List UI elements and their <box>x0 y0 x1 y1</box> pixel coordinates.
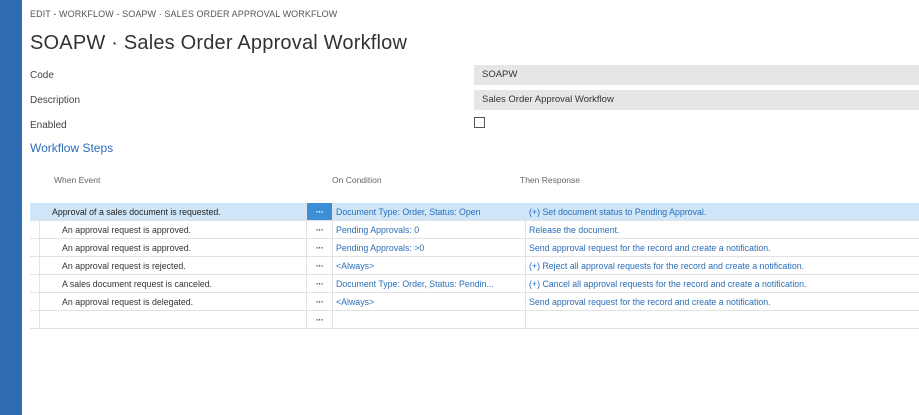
when-event-cell[interactable]: An approval request is rejected. <box>39 256 307 275</box>
workflow-steps-title[interactable]: Workflow Steps <box>30 141 113 155</box>
workflow-step-row[interactable]: An approval request is approved. ··· Pendi… <box>30 238 919 257</box>
on-condition-link[interactable]: Pending Approvals: 0 <box>332 220 526 239</box>
on-condition-link[interactable] <box>332 310 526 329</box>
then-response-link[interactable]: (+) Set document status to Pending Appro… <box>525 203 919 221</box>
code-label: Code <box>30 70 54 81</box>
enabled-label: Enabled <box>30 120 67 131</box>
workflow-steps-grid: Approval of a sales document is requeste… <box>30 203 919 329</box>
assist-edit-button[interactable]: ··· <box>306 238 333 257</box>
then-response-link[interactable]: (+) Reject all approval requests for the… <box>525 256 919 275</box>
row-selector[interactable] <box>30 220 40 239</box>
when-event-cell[interactable]: An approval request is approved. <box>39 220 307 239</box>
workflow-card-page: EDIT - WORKFLOW - SOAPW · SALES ORDER AP… <box>22 0 919 415</box>
then-response-link[interactable]: Send approval request for the record and… <box>525 238 919 257</box>
row-selector[interactable] <box>30 256 40 275</box>
on-condition-link[interactable]: Document Type: Order, Status: Pendin... <box>332 274 526 293</box>
workflow-step-row[interactable]: An approval request is rejected. ··· <Alwa… <box>30 256 919 275</box>
then-response-link[interactable]: (+) Cancel all approval requests for the… <box>525 274 919 293</box>
assist-edit-button[interactable]: ··· <box>306 292 333 311</box>
column-header-then-response[interactable]: Then Response <box>520 175 580 185</box>
workflow-step-row[interactable]: A sales document request is canceled. ···… <box>30 274 919 293</box>
when-event-cell[interactable]: Approval of a sales document is requeste… <box>39 203 307 221</box>
column-header-when-event[interactable]: When Event <box>54 175 100 185</box>
on-condition-link[interactable]: <Always> <box>332 292 526 311</box>
workflow-step-row[interactable]: An approval request is delegated. ··· <Alw… <box>30 292 919 311</box>
then-response-link[interactable] <box>525 310 919 329</box>
on-condition-link[interactable]: Pending Approvals: >0 <box>332 238 526 257</box>
row-selector[interactable] <box>30 310 40 329</box>
assist-edit-button[interactable]: ··· <box>306 220 333 239</box>
when-event-cell[interactable] <box>39 310 307 329</box>
assist-edit-button[interactable]: ··· <box>306 203 333 221</box>
then-response-link[interactable]: Send approval request for the record and… <box>525 292 919 311</box>
code-field[interactable]: SOAPW <box>474 65 919 85</box>
then-response-link[interactable]: Release the document. <box>525 220 919 239</box>
description-label: Description <box>30 95 81 106</box>
breadcrumb: EDIT - WORKFLOW - SOAPW · SALES ORDER AP… <box>30 9 338 19</box>
assist-edit-button[interactable]: ··· <box>306 310 333 329</box>
row-selector[interactable] <box>30 274 40 293</box>
when-event-cell[interactable]: An approval request is approved. <box>39 238 307 257</box>
on-condition-link[interactable]: Document Type: Order, Status: Open <box>332 203 526 221</box>
row-selector[interactable] <box>30 238 40 257</box>
on-condition-link[interactable]: <Always> <box>332 256 526 275</box>
assist-edit-button[interactable]: ··· <box>306 274 333 293</box>
when-event-cell[interactable]: An approval request is delegated. <box>39 292 307 311</box>
workflow-step-row[interactable]: Approval of a sales document is requeste… <box>30 203 919 221</box>
row-selector[interactable] <box>30 203 40 221</box>
description-field[interactable]: Sales Order Approval Workflow <box>474 90 919 110</box>
workflow-step-row[interactable]: An approval request is approved. ··· Pendi… <box>30 220 919 239</box>
page-title: SOAPW · Sales Order Approval Workflow <box>30 32 408 54</box>
enabled-checkbox[interactable] <box>474 117 485 128</box>
row-selector[interactable] <box>30 292 40 311</box>
assist-edit-button[interactable]: ··· <box>306 256 333 275</box>
when-event-cell[interactable]: A sales document request is canceled. <box>39 274 307 293</box>
workflow-step-row[interactable]: ··· <box>30 310 919 329</box>
column-header-on-condition[interactable]: On Condition <box>332 175 382 185</box>
